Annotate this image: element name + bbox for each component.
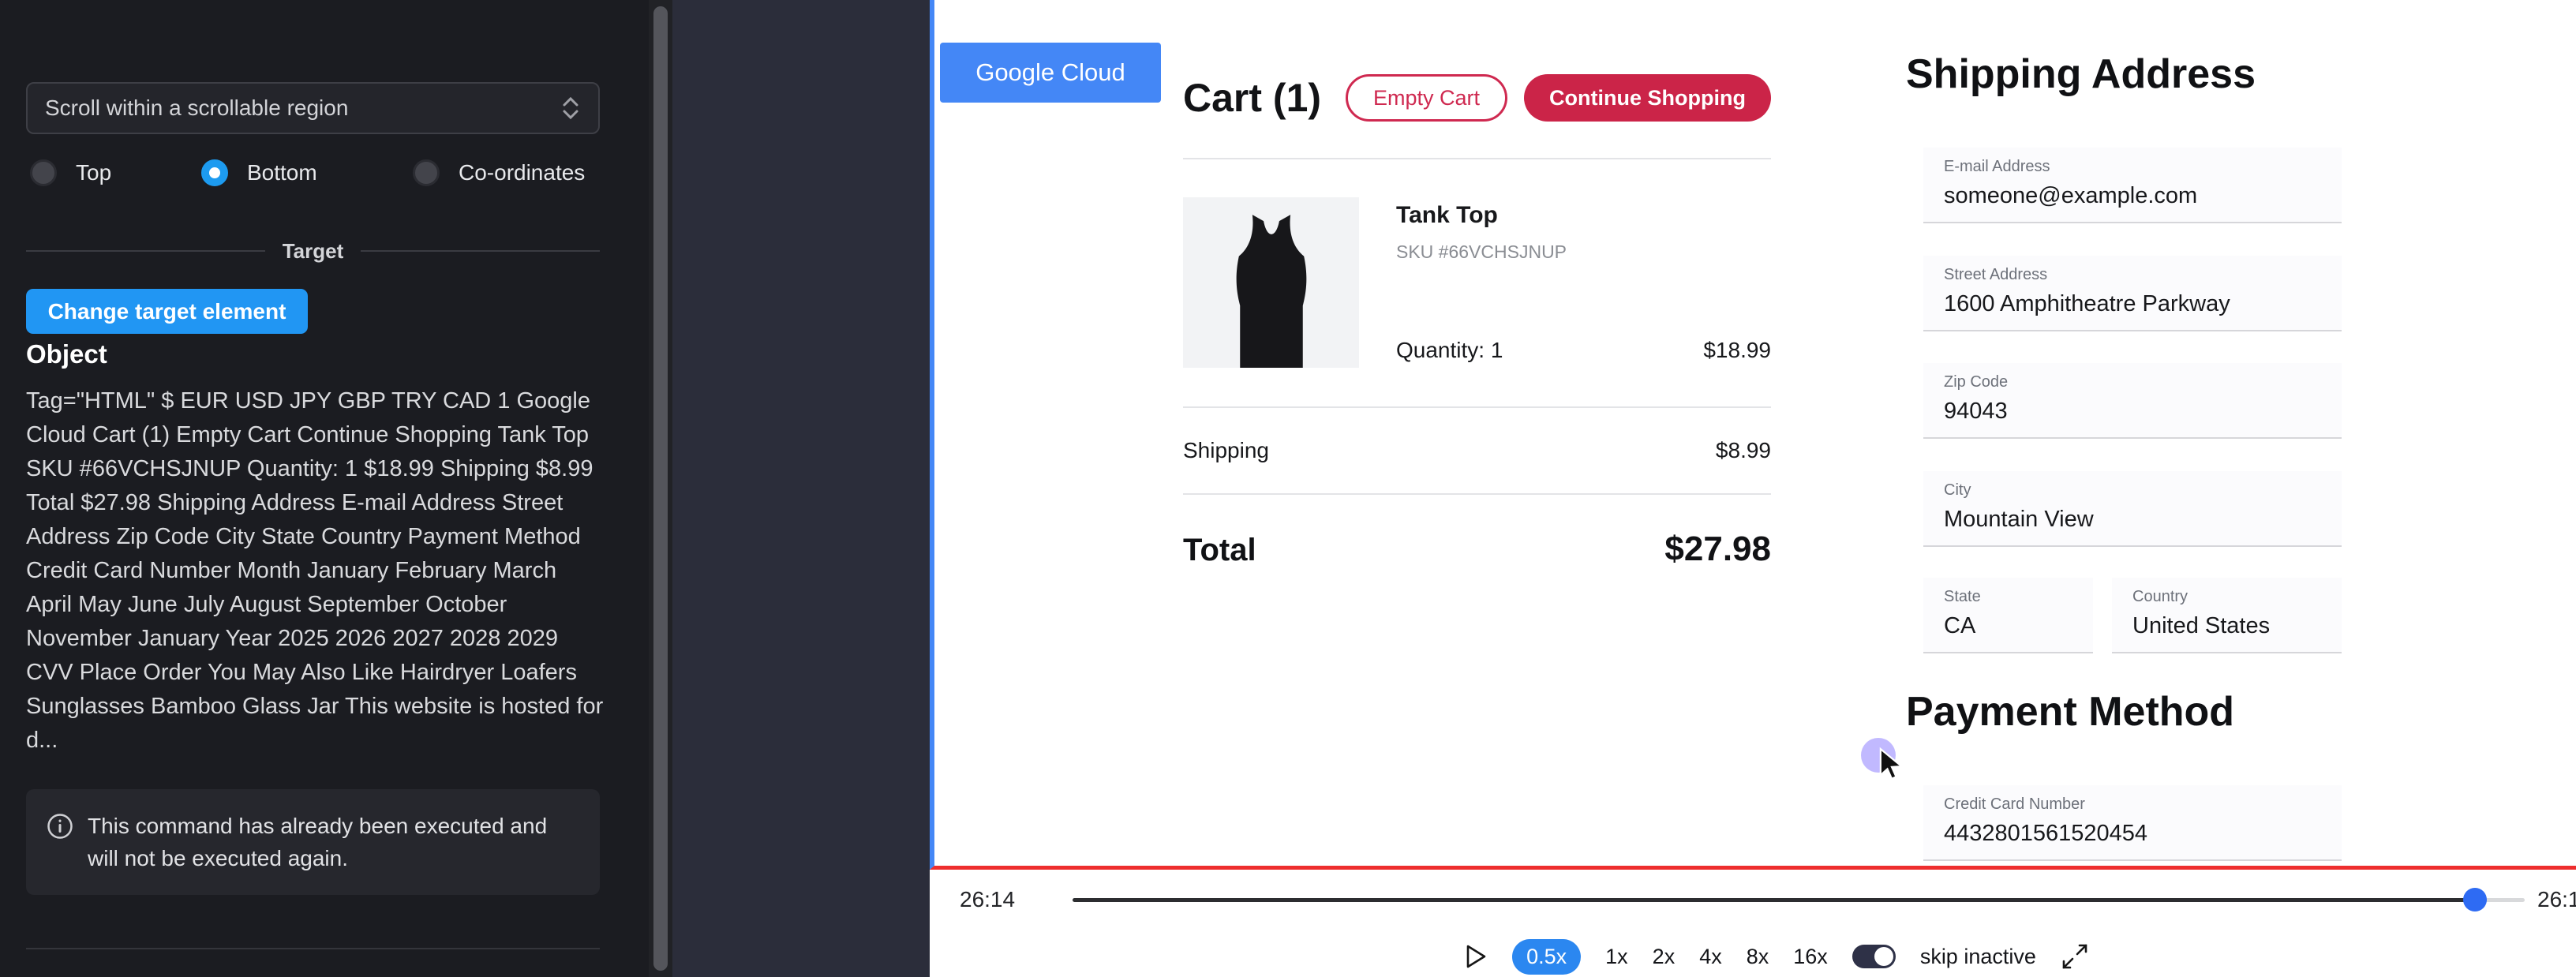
sidebar: Scroll within a scrollable region Top Bo… xyxy=(0,0,649,977)
replay-viewport: Google Cloud Cart (1) Empty Cart Continu… xyxy=(930,0,2576,870)
zip-code-field[interactable]: Zip Code 94043 xyxy=(1923,363,2342,439)
change-target-button[interactable]: Change target element xyxy=(26,289,308,334)
cart-section: Cart (1) Empty Cart Continue Shopping Ta xyxy=(1183,0,1771,569)
shipping-address-heading: Shipping Address xyxy=(1906,51,2256,98)
credit-card-number-field[interactable]: Credit Card Number 4432801561520454 xyxy=(1923,785,2342,861)
target-section-label: Target xyxy=(283,239,344,264)
cart-header: Cart (1) Empty Cart Continue Shopping xyxy=(1183,74,1771,122)
empty-cart-button[interactable]: Empty Cart xyxy=(1346,74,1507,122)
field-value: someone@example.com xyxy=(1944,183,2342,209)
continue-shopping-button[interactable]: Continue Shopping xyxy=(1524,74,1771,122)
command-executed-notice: This command has already been executed a… xyxy=(26,789,600,895)
target-section-divider: Target xyxy=(26,238,600,264)
skip-inactive-label: skip inactive xyxy=(1920,945,2036,969)
info-icon xyxy=(47,810,73,874)
radio-top-label: Top xyxy=(76,159,111,186)
speed-4x-button[interactable]: 4x xyxy=(1699,945,1722,969)
cart-item-info: Tank Top SKU #66VCHSJNUP Quantity: 1 $18… xyxy=(1396,197,1771,368)
cart-item-row: Tank Top SKU #66VCHSJNUP Quantity: 1 $18… xyxy=(1183,197,1771,368)
speed-16x-button[interactable]: 16x xyxy=(1793,945,1828,969)
radio-coordinates[interactable] xyxy=(413,159,440,186)
shipping-row: Shipping $8.99 xyxy=(1183,408,1771,493)
action-type-select[interactable]: Scroll within a scrollable region xyxy=(26,82,600,134)
replay-panel: Google Cloud Cart (1) Empty Cart Continu… xyxy=(930,0,2576,977)
field-value: CA xyxy=(1944,613,2093,639)
current-time: 26:14 xyxy=(960,887,1015,912)
field-value: 4432801561520454 xyxy=(1944,821,2342,847)
radio-coordinates-label: Co-ordinates xyxy=(459,159,585,186)
timeline-progress-fill xyxy=(1073,898,2475,902)
field-value: 1600 Amphitheatre Parkway xyxy=(1944,291,2342,317)
product-image-tank-top xyxy=(1183,197,1359,368)
field-label: Country xyxy=(2132,588,2342,606)
sidebar-bottom-divider xyxy=(26,948,600,949)
toggle-knob xyxy=(1874,947,1893,966)
shipping-label: Shipping xyxy=(1183,438,1269,463)
cart-divider xyxy=(1183,493,1771,495)
command-executed-notice-text: This command has already been executed a… xyxy=(88,810,579,874)
element-highlight-badge: Google Cloud xyxy=(940,43,1161,103)
app: Scroll within a scrollable region Top Bo… xyxy=(0,0,2576,977)
select-chevrons-icon xyxy=(560,95,581,122)
timeline-track[interactable] xyxy=(1073,898,2525,902)
total-row: Total $27.98 xyxy=(1183,530,1771,569)
total-price: $27.98 xyxy=(1664,530,1771,569)
mouse-cursor-icon xyxy=(1876,747,1908,785)
speed-1x-button[interactable]: 1x xyxy=(1605,945,1628,969)
player-controls: 26:14 26:15 0.5x 1x 2x 4x 8x 16x skip in… xyxy=(930,870,2576,977)
radio-bottom[interactable] xyxy=(201,159,228,186)
fullscreen-expand-icon[interactable] xyxy=(2061,942,2089,971)
sidebar-scrollbar-thumb[interactable] xyxy=(653,6,668,971)
product-price: $18.99 xyxy=(1703,338,1771,363)
sidebar-scrollbar[interactable] xyxy=(649,0,672,977)
product-name: Tank Top xyxy=(1396,202,1771,229)
state-field[interactable]: State CA xyxy=(1923,578,2093,653)
speed-0-5x-button[interactable]: 0.5x xyxy=(1512,939,1581,975)
action-type-select-value: Scroll within a scrollable region xyxy=(45,95,348,121)
radio-bottom-label: Bottom xyxy=(247,159,317,186)
email-field[interactable]: E-mail Address someone@example.com xyxy=(1923,148,2342,223)
play-button[interactable] xyxy=(1464,943,1488,970)
field-value: 94043 xyxy=(1944,399,2342,425)
playback-control-row: 0.5x 1x 2x 4x 8x 16x skip inactive xyxy=(953,936,2576,977)
shipping-price: $8.99 xyxy=(1716,438,1771,463)
end-time: 26:15 xyxy=(2537,887,2576,912)
cart-divider xyxy=(1183,158,1771,159)
object-description-text: Tag="HTML" $ EUR USD JPY GBP TRY CAD 1 G… xyxy=(26,384,604,758)
speed-2x-button[interactable]: 2x xyxy=(1653,945,1676,969)
cart-title: Cart (1) xyxy=(1183,75,1321,121)
country-field[interactable]: Country United States xyxy=(2112,578,2342,653)
payment-method-heading: Payment Method xyxy=(1906,688,2234,736)
speed-8x-button[interactable]: 8x xyxy=(1747,945,1769,969)
field-value: Mountain View xyxy=(1944,507,2342,533)
field-label: E-mail Address xyxy=(1944,158,2342,176)
product-quantity: Quantity: 1 xyxy=(1396,338,1503,363)
timeline-handle[interactable] xyxy=(2463,888,2487,911)
field-label: City xyxy=(1944,481,2342,500)
replay-gutter xyxy=(672,0,930,977)
skip-inactive-toggle[interactable] xyxy=(1852,945,1896,968)
product-sku: SKU #66VCHSJNUP xyxy=(1396,241,1771,263)
field-label: State xyxy=(1944,588,2093,606)
field-label: Street Address xyxy=(1944,266,2342,284)
total-label: Total xyxy=(1183,533,1256,568)
street-address-field[interactable]: Street Address 1600 Amphitheatre Parkway xyxy=(1923,256,2342,331)
field-label: Credit Card Number xyxy=(1944,795,2342,814)
radio-top[interactable] xyxy=(30,159,57,186)
field-label: Zip Code xyxy=(1944,373,2342,391)
field-value: United States xyxy=(2132,613,2342,639)
city-field[interactable]: City Mountain View xyxy=(1923,471,2342,547)
object-heading: Object xyxy=(26,339,107,369)
